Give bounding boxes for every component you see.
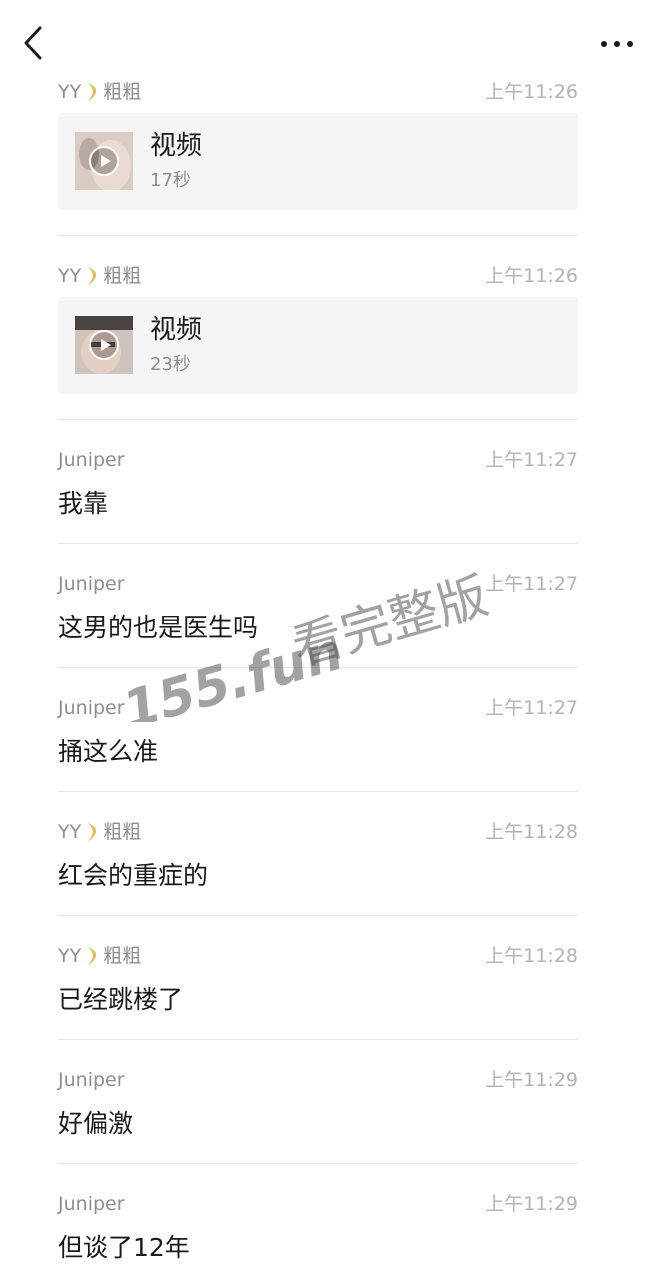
video-duration: 17秒 <box>150 170 191 191</box>
message-text: 好偏激 <box>58 1109 134 1138</box>
sender-label: YY <box>58 821 82 843</box>
video-thumbnail <box>75 316 133 374</box>
more-button[interactable] <box>592 26 642 62</box>
list-item: Juniper 上午11:29 但谈了12年 <box>58 1164 578 1287</box>
sender-emoji-icon <box>88 823 97 841</box>
message-text: 已经跳楼了 <box>58 985 184 1014</box>
message-time: 上午11:26 <box>485 81 578 103</box>
list-item: YY 粗粗 上午11:26 视频 17秒 <box>58 52 578 236</box>
message-time: 上午11:28 <box>485 821 578 843</box>
list-item: Juniper 上午11:29 好偏激 <box>58 1040 578 1164</box>
sender-emoji-icon <box>88 83 97 101</box>
sender-name: Juniper <box>58 1067 125 1093</box>
sender-label: YY <box>58 81 82 103</box>
message-time: 上午11:27 <box>485 697 578 719</box>
list-item: YY 粗粗 上午11:26 视频 23秒 <box>58 236 578 420</box>
message-time: 上午11:27 <box>485 573 578 595</box>
message-text: 红会的重症的 <box>58 861 209 890</box>
message-time: 上午11:28 <box>485 945 578 967</box>
sender-emoji-icon <box>88 267 97 285</box>
sender-name: YY 粗粗 <box>58 819 141 845</box>
sender-label: Juniper <box>58 1193 125 1215</box>
message-text: 这男的也是医生吗 <box>58 613 259 642</box>
message-text: 捅这么准 <box>58 737 159 766</box>
sender-label: Juniper <box>58 573 125 595</box>
sender-label: Juniper <box>58 449 125 471</box>
sender-emoji-icon <box>88 947 97 965</box>
chat-history-list: YY 粗粗 上午11:26 视频 17秒 YY 粗粗 上午11:26 视频 23… <box>58 52 578 1287</box>
list-item: Juniper 上午11:27 我靠 <box>58 420 578 544</box>
list-item: YY 粗粗 上午11:28 红会的重症的 <box>58 792 578 916</box>
video-thumbnail <box>75 132 133 190</box>
sender-name: Juniper <box>58 571 125 597</box>
message-text: 我靠 <box>58 489 109 518</box>
message-text: 但谈了12年 <box>58 1233 190 1262</box>
sender-name: YY 粗粗 <box>58 943 141 969</box>
video-duration: 23秒 <box>150 354 191 375</box>
sender-suffix: 粗粗 <box>103 945 142 967</box>
list-item: Juniper 上午11:27 这男的也是医生吗 <box>58 544 578 668</box>
sender-label: Juniper <box>58 1069 125 1091</box>
more-dots-icon <box>601 41 633 47</box>
video-title: 视频 <box>150 131 203 161</box>
sender-name: YY 粗粗 <box>58 263 141 289</box>
sender-label: YY <box>58 265 82 287</box>
message-time: 上午11:26 <box>485 265 578 287</box>
message-time: 上午11:29 <box>485 1069 578 1091</box>
list-item: YY 粗粗 上午11:28 已经跳楼了 <box>58 916 578 1040</box>
play-icon <box>89 146 119 176</box>
sender-suffix: 粗粗 <box>103 81 142 103</box>
sender-label: Juniper <box>58 697 125 719</box>
sender-suffix: 粗粗 <box>103 265 142 287</box>
sender-name: YY 粗粗 <box>58 79 141 105</box>
message-time: 上午11:27 <box>485 449 578 471</box>
sender-name: Juniper <box>58 1191 125 1217</box>
play-icon <box>89 330 119 360</box>
sender-suffix: 粗粗 <box>103 821 142 843</box>
message-time: 上午11:29 <box>485 1193 578 1215</box>
video-card[interactable]: 视频 17秒 <box>58 113 578 210</box>
video-title: 视频 <box>150 315 203 345</box>
chevron-left-icon <box>24 26 42 60</box>
sender-name: Juniper <box>58 447 125 473</box>
sender-name: Juniper <box>58 695 125 721</box>
back-button[interactable] <box>14 22 54 66</box>
list-item: Juniper 上午11:27 捅这么准 <box>58 668 578 792</box>
sender-label: YY <box>58 945 82 967</box>
video-card[interactable]: 视频 23秒 <box>58 297 578 394</box>
